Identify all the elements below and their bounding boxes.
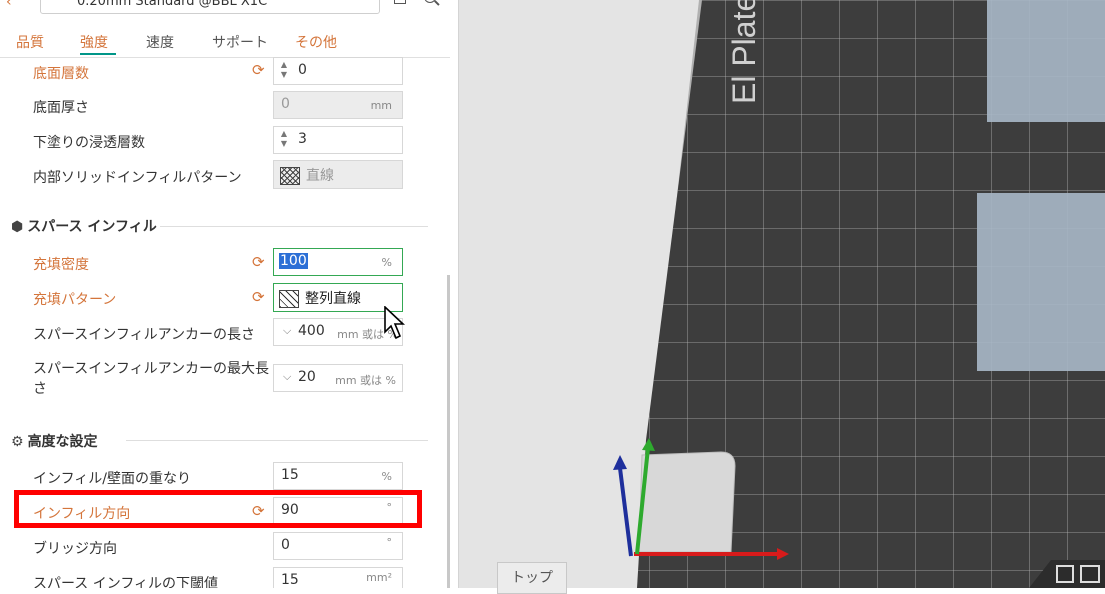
setting-internal-solid-pattern: 内部ソリッドインフィルパターン 直線 — [0, 160, 445, 190]
axis-z — [618, 467, 633, 557]
setting-infill-wall-overlap: インフィル/壁面の重なり 15 % — [0, 461, 445, 491]
internal-solid-pattern-value: 直線 — [306, 168, 334, 184]
bottom-penetration-input[interactable]: ▲ ▼ 3 — [273, 126, 403, 154]
settings-tabs: 品質 強度 速度 サポート その他 — [0, 26, 450, 58]
anchor-length-label: スパースインフィルアンカーの長さ — [33, 327, 256, 343]
infill-wall-overlap-value: 15 — [281, 467, 299, 483]
bottom-thickness-input[interactable]: 0 mm — [273, 91, 403, 119]
preset-bar: ‹ 0.20mm Standard @BBL X1C — [0, 0, 458, 20]
back-arrow-icon[interactable]: ‹ — [6, 0, 12, 10]
section-advanced-title: 高度な設定 — [27, 434, 98, 450]
object-shadow-middle — [977, 193, 1105, 371]
anchor-max-input[interactable]: ⌵ 20 mm 或は % — [273, 364, 403, 392]
internal-solid-pattern-select[interactable]: 直線 — [273, 160, 403, 189]
anchor-max-unit: mm 或は % — [335, 374, 396, 387]
reset-icon[interactable]: ⟳ — [252, 253, 265, 271]
infill-wall-overlap-label: インフィル/壁面の重なり — [33, 471, 192, 487]
setting-anchor-length: スパースインフィルアンカーの長さ ⌵ 400 mm 或は % — [0, 317, 445, 347]
setting-bridge-direction: ブリッジ方向 0 ° — [0, 531, 445, 561]
bottom-thickness-unit: mm — [370, 99, 392, 112]
bottom-thickness-value: 0 — [281, 96, 290, 112]
plate-label: El Plate — [726, 0, 762, 104]
stepper-icon[interactable]: ▲ ▼ — [279, 129, 289, 149]
anchor-max-label-line2: さ — [33, 381, 47, 397]
chevron-down-icon[interactable]: ⌵ — [283, 324, 291, 338]
reset-icon[interactable]: ⟳ — [252, 61, 265, 79]
anchor-length-value: 400 — [298, 323, 325, 339]
tab-quality[interactable]: 品質 — [16, 32, 44, 52]
section-divider — [126, 440, 428, 441]
crosshatch-pattern-icon — [280, 167, 300, 185]
selected-object[interactable] — [638, 451, 736, 553]
sparse-infill-threshold-label: スパース インフィルの下閾値 — [33, 576, 219, 588]
settings-panel: ‹ 0.20mm Standard @BBL X1C 品質 強度 速度 サポート… — [0, 0, 459, 588]
setting-bottom-penetration: 下塗りの浸透層数 ▲ ▼ 3 — [0, 125, 445, 155]
settings-scrollbar[interactable] — [447, 275, 450, 588]
infill-pattern-label: 充填パターン — [33, 292, 117, 308]
bridge-direction-input[interactable]: 0 ° — [273, 532, 403, 560]
honeycomb-icon: ⬢ — [11, 219, 24, 235]
section-sparse-infill: ⬢ スパース インフィル — [11, 216, 157, 236]
tab-support[interactable]: サポート — [212, 32, 268, 52]
infill-density-unit: % — [381, 256, 392, 269]
tab-strength[interactable]: 強度 — [80, 32, 108, 52]
advanced-settings-icon: ⚙ — [11, 434, 24, 450]
view-top-button[interactable]: トップ — [497, 562, 567, 594]
preset-selector[interactable]: 0.20mm Standard @BBL X1C — [40, 0, 380, 14]
tab-speed[interactable]: 速度 — [146, 32, 174, 52]
axis-z-arrow — [613, 455, 627, 470]
bottom-penetration-value: 3 — [298, 131, 307, 147]
setting-bottom-thickness: 底面厚さ 0 mm — [0, 90, 445, 120]
anchor-max-value: 20 — [298, 369, 316, 385]
setting-anchor-max: スパースインフィルアンカーの最大長 さ ⌵ 20 mm 或は % — [0, 356, 445, 400]
tab-others[interactable]: その他 — [295, 32, 337, 52]
infill-density-input[interactable]: 100 % — [273, 248, 403, 276]
aligned-rectilinear-pattern-icon — [279, 290, 299, 308]
bridge-direction-label: ブリッジ方向 — [33, 541, 117, 557]
infill-wall-overlap-unit: % — [381, 470, 392, 483]
search-icon-handle — [434, 0, 440, 6]
stepper-icon[interactable]: ▲ ▼ — [279, 60, 289, 80]
infill-density-label: 充填密度 — [33, 257, 89, 273]
sparse-infill-threshold-value: 15 — [281, 572, 299, 588]
chevron-down-icon[interactable]: ⌵ — [283, 370, 291, 384]
bottom-penetration-label: 下塗りの浸透層数 — [33, 135, 145, 151]
bottom-layers-input[interactable]: ▲ ▼ 0 — [273, 57, 403, 85]
bridge-direction-unit: ° — [386, 536, 393, 549]
reset-icon[interactable]: ⟳ — [252, 288, 265, 306]
mouse-cursor-icon — [384, 306, 406, 340]
section-divider — [160, 226, 428, 227]
sparse-infill-threshold-unit: mm² — [366, 571, 392, 584]
setting-infill-pattern: 充填パターン ⟳ 整列直線 — [0, 282, 445, 312]
object-shadow-top — [987, 0, 1105, 122]
bottom-layers-value: 0 — [298, 62, 307, 78]
infill-wall-overlap-input[interactable]: 15 % — [273, 462, 403, 490]
sparse-infill-threshold-input[interactable]: 15 mm² — [273, 567, 403, 588]
infill-pattern-value: 整列直線 — [305, 291, 361, 307]
3d-viewport[interactable]: El Plate — [459, 0, 1105, 588]
setting-bottom-layers: 底面層数 ⟳ ▲ ▼ 0 — [0, 56, 445, 86]
bridge-direction-value: 0 — [281, 537, 290, 553]
bottom-thickness-label: 底面厚さ — [33, 100, 89, 116]
setting-infill-density: 充填密度 ⟳ 100 % — [0, 247, 445, 277]
anchor-max-label-line1: スパースインフィルアンカーの最大長 — [33, 361, 270, 377]
view-top-button-label: トップ — [511, 570, 553, 586]
bottom-layers-label: 底面層数 — [33, 66, 89, 82]
preset-name: 0.20mm Standard @BBL X1C — [77, 0, 268, 9]
section-advanced: ⚙ 高度な設定 — [11, 431, 98, 451]
build-plate-view: El Plate — [613, 0, 1105, 588]
save-icon[interactable] — [394, 0, 406, 4]
internal-solid-pattern-label: 内部ソリッドインフィルパターン — [33, 170, 242, 186]
section-sparse-infill-title: スパース インフィル — [27, 219, 157, 235]
active-tab-indicator — [80, 53, 116, 55]
highlight-box — [14, 490, 422, 528]
setting-sparse-infill-threshold: スパース インフィルの下閾値 15 mm² — [0, 566, 445, 588]
infill-density-value: 100 — [279, 253, 308, 269]
